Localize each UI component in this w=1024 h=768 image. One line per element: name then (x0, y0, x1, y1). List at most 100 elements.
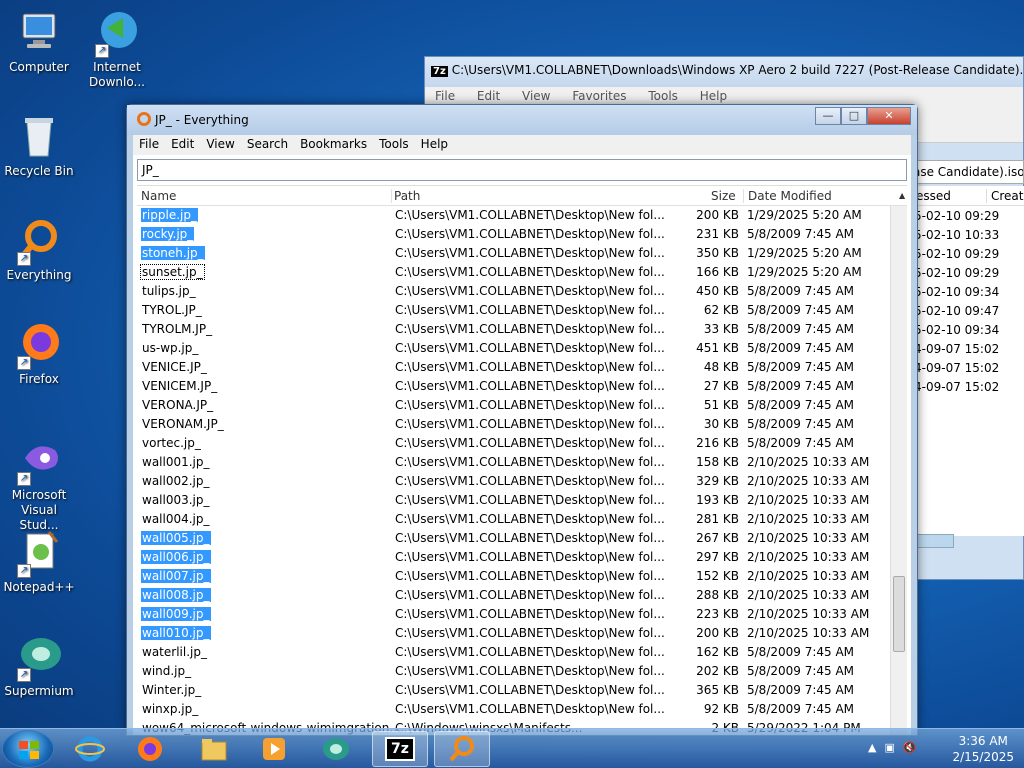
column-size[interactable]: Size (711, 189, 736, 203)
table-row[interactable]: wall003.jp_ C:\Users\VM1.COLLABNET\Deskto… (137, 491, 907, 510)
table-row[interactable]: rocky.jp_ C:\Users\VM1.COLLABNET\Desktop\… (137, 225, 907, 244)
desktop-icon-computer[interactable]: Computer (0, 8, 78, 75)
table-row[interactable]: waterlil.jp_ C:\Users\VM1.COLLABNET\Deskt… (137, 643, 907, 662)
desktop-icon-notepadpp[interactable]: ↗ Notepad++ (0, 528, 78, 595)
menu-favorites[interactable]: Favorites (572, 89, 626, 103)
table-row[interactable]: wall002.jp_ C:\Users\VM1.COLLABNET\Deskto… (137, 472, 907, 491)
file-name: sunset.jp_ (140, 264, 205, 280)
taskbar-firefox[interactable] (122, 731, 178, 767)
file-size: 223 KB (696, 607, 739, 621)
sevenzip-titlebar[interactable]: 7z C:\Users\VM1.COLLABNET\Downloads\Windo… (425, 57, 1023, 87)
file-date: 5/8/2009 7:45 AM (747, 645, 855, 659)
file-path: C:\Users\VM1.COLLABNET\Desktop\New fol..… (395, 550, 665, 564)
maximize-button[interactable]: □ (841, 107, 867, 125)
menu-help[interactable]: Help (700, 89, 727, 103)
start-button[interactable] (2, 730, 54, 768)
table-row[interactable]: wall010.jp_ C:\Users\VM1.COLLABNET\Deskto… (137, 624, 907, 643)
everything-titlebar[interactable]: JP_ - Everything — □ ✕ (127, 105, 917, 135)
table-row[interactable]: VENICE.JP_ C:\Users\VM1.COLLABNET\Desktop… (137, 358, 907, 377)
sort-up-icon[interactable]: ▲ (899, 191, 905, 200)
volume-muted-icon[interactable]: 🔇 (903, 741, 917, 754)
file-path: C:\Users\VM1.COLLABNET\Desktop\New fol..… (395, 208, 665, 222)
table-row[interactable]: sunset.jp_ C:\Users\VM1.COLLABNET\Desktop… (137, 263, 907, 282)
file-size: 62 KB (703, 303, 739, 317)
table-row[interactable]: stoneh.jp_ C:\Users\VM1.COLLABNET\Desktop… (137, 244, 907, 263)
table-row[interactable]: wall006.jp_ C:\Users\VM1.COLLABNET\Deskto… (137, 548, 907, 567)
file-path: C:\Users\VM1.COLLABNET\Desktop\New fol..… (395, 303, 665, 317)
table-row[interactable]: TYROL.JP_ C:\Users\VM1.COLLABNET\Desktop\… (137, 301, 907, 320)
clock-date: 2/15/2025 (952, 750, 1014, 764)
everything-window[interactable]: JP_ - Everything — □ ✕ File Edit View Se… (126, 104, 918, 736)
desktop-icon-firefox[interactable]: ↗ Firefox (0, 320, 78, 387)
taskbar-7zip[interactable]: 7z (372, 731, 428, 767)
menu-help[interactable]: Help (415, 137, 454, 153)
network-icon[interactable]: ▣ (884, 741, 894, 754)
desktop-icon-label: Internet Downlo... (89, 60, 145, 89)
table-row[interactable]: wall009.jp_ C:\Users\VM1.COLLABNET\Deskto… (137, 605, 907, 624)
everything-client: File Edit View Search Bookmarks Tools He… (133, 135, 911, 735)
menu-view[interactable]: View (522, 89, 550, 103)
table-row[interactable]: TYROLM.JP_ C:\Users\VM1.COLLABNET\Desktop… (137, 320, 907, 339)
minimize-button[interactable]: — (815, 107, 841, 125)
table-row[interactable]: ripple.jp_ C:\Users\VM1.COLLABNET\Desktop… (137, 206, 907, 225)
column-date-modified[interactable]: Date Modified (743, 189, 832, 203)
menu-file[interactable]: File (435, 89, 455, 103)
menu-bookmarks[interactable]: Bookmarks (294, 137, 373, 153)
menu-tools[interactable]: Tools (373, 137, 415, 153)
taskbar-everything[interactable] (434, 731, 490, 767)
file-name: Winter.jp_ (142, 683, 202, 697)
file-name: stoneh.jp_ (141, 246, 205, 260)
desktop-icon-idm[interactable]: ↗ Internet Downlo... (78, 8, 156, 90)
menu-view[interactable]: View (200, 137, 240, 153)
windows-logo-icon (19, 741, 39, 759)
desktop-icon-visual-studio[interactable]: ↗ Microsoft Visual Stud... (0, 436, 78, 533)
desktop-icon-everything[interactable]: ↗ Everything (0, 216, 78, 283)
menu-edit[interactable]: Edit (477, 89, 500, 103)
taskbar: 7z ▲ ▣ 🔇 3:36 AM 2/15/2025 (0, 728, 1024, 768)
table-row[interactable]: wall005.jp_ C:\Users\VM1.COLLABNET\Deskto… (137, 529, 907, 548)
table-row[interactable]: us-wp.jp_ C:\Users\VM1.COLLABNET\Desktop\… (137, 339, 907, 358)
file-name: wall006.jp_ (141, 550, 211, 564)
taskbar-supermium[interactable] (308, 731, 364, 767)
vertical-scrollbar[interactable] (890, 206, 907, 735)
file-size: 297 KB (696, 550, 739, 564)
table-row[interactable]: wall007.jp_ C:\Users\VM1.COLLABNET\Deskto… (137, 567, 907, 586)
table-row[interactable]: wall008.jp_ C:\Users\VM1.COLLABNET\Deskto… (137, 586, 907, 605)
file-path: C:\Users\VM1.COLLABNET\Desktop\New fol..… (395, 284, 665, 298)
table-row[interactable]: tulips.jp_ C:\Users\VM1.COLLABNET\Desktop… (137, 282, 907, 301)
table-row[interactable]: Winter.jp_ C:\Users\VM1.COLLABNET\Desktop… (137, 681, 907, 700)
table-row[interactable]: VENICEM.JP_ C:\Users\VM1.COLLABNET\Deskto… (137, 377, 907, 396)
desktop-icon-label: Microsoft Visual Stud... (11, 488, 67, 532)
table-row[interactable]: winxp.jp_ C:\Users\VM1.COLLABNET\Desktop\… (137, 700, 907, 719)
file-size: 27 KB (703, 379, 739, 393)
clock[interactable]: 3:36 AM 2/15/2025 (952, 733, 1014, 765)
column-name[interactable]: Name (141, 189, 176, 203)
menu-file[interactable]: File (133, 137, 165, 153)
table-row[interactable]: VERONAM.JP_ C:\Users\VM1.COLLABNET\Deskto… (137, 415, 907, 434)
taskbar-explorer[interactable] (186, 731, 242, 767)
table-row[interactable]: wall001.jp_ C:\Users\VM1.COLLABNET\Deskto… (137, 453, 907, 472)
table-row[interactable]: VERONA.JP_ C:\Users\VM1.COLLABNET\Desktop… (137, 396, 907, 415)
column-path[interactable]: Path (391, 189, 420, 203)
menu-search[interactable]: Search (241, 137, 294, 153)
menu-edit[interactable]: Edit (165, 137, 200, 153)
taskbar-media-player[interactable] (246, 731, 302, 767)
close-button[interactable]: ✕ (867, 107, 911, 125)
file-size: 216 KB (696, 436, 739, 450)
table-row[interactable]: vortec.jp_ C:\Users\VM1.COLLABNET\Desktop… (137, 434, 907, 453)
search-input[interactable]: JP_ (137, 159, 907, 181)
desktop-icon-recycle-bin[interactable]: Recycle Bin (0, 112, 78, 179)
file-size: 350 KB (696, 246, 739, 260)
show-hidden-icons-icon[interactable]: ▲ (868, 741, 876, 754)
table-row[interactable]: wind.jp_ C:\Users\VM1.COLLABNET\Desktop\N… (137, 662, 907, 681)
shortcut-arrow-icon: ↗ (17, 252, 31, 266)
menu-tools[interactable]: Tools (648, 89, 678, 103)
file-name: TYROLM.JP_ (142, 322, 213, 336)
scrollbar-thumb[interactable] (893, 576, 905, 652)
file-size: 267 KB (696, 531, 739, 545)
file-date: 5/8/2009 7:45 AM (747, 683, 855, 697)
file-size: 200 KB (696, 208, 739, 222)
table-row[interactable]: wall004.jp_ C:\Users\VM1.COLLABNET\Deskto… (137, 510, 907, 529)
taskbar-ie[interactable] (62, 731, 118, 767)
desktop-icon-supermium[interactable]: ↗ Supermium (0, 632, 78, 699)
